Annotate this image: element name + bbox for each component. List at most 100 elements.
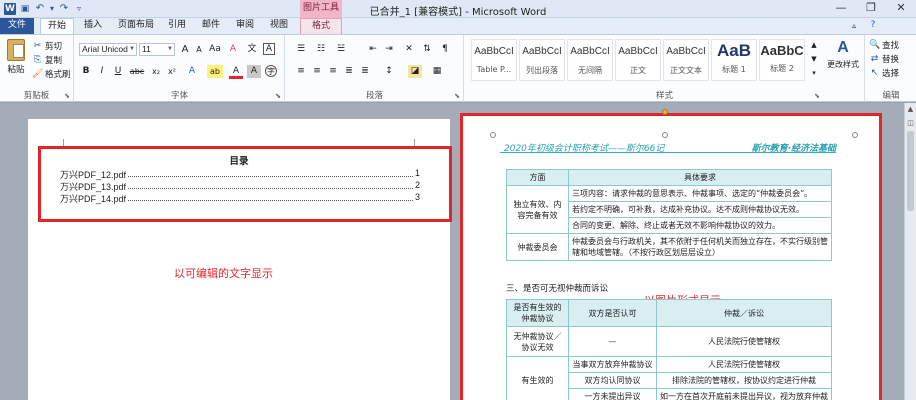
requirements-table: 方面 具体要求 独立有效、内容完备有效 三项内容：请求仲裁的意思表示、仲裁事项、… — [506, 169, 832, 261]
enclose-char-button[interactable]: A — [263, 43, 275, 55]
embedded-image-header: 2020年初级会计职称考试——斯尔66记 斯尔教育·经济法基础 — [500, 141, 836, 154]
style-table-paragraph[interactable]: AaBbCcI Table P... — [471, 39, 517, 81]
select-button[interactable]: ↖ 选择 — [869, 67, 899, 80]
style-no-spacing[interactable]: AaBbCcI 无间隔 — [567, 39, 613, 81]
save-icon[interactable]: ▣ — [19, 3, 31, 15]
clear-format-button[interactable]: A — [226, 43, 240, 56]
redo-icon[interactable]: ↷ — [58, 3, 70, 15]
show-marks-button[interactable]: ¶ — [438, 43, 452, 56]
table-cell: 仲裁委员会与行政机关，其不依附于任何机关而独立存在，不实行级别管辖和地域管辖。（… — [568, 233, 832, 261]
image-resize-handle[interactable] — [490, 132, 496, 138]
customize-toolbar-icon[interactable]: ▿ — [73, 3, 85, 15]
bold-button[interactable]: B — [79, 65, 93, 78]
word-app-icon[interactable]: W — [4, 3, 16, 15]
vertical-scrollbar[interactable]: ▲ ◫ — [904, 103, 916, 400]
image-resize-handle[interactable] — [662, 132, 668, 138]
cut-label: 剪切 — [45, 42, 63, 52]
decrease-indent-button[interactable]: ⇤ — [366, 43, 380, 56]
underline-button[interactable]: U — [111, 65, 125, 78]
styles-more-icon[interactable]: ▾ — [807, 67, 821, 80]
highlight-button[interactable]: ab — [207, 65, 223, 78]
asian-layout-button[interactable]: ✕ — [402, 43, 416, 56]
close-button[interactable]: ✕ — [886, 0, 916, 18]
restore-button[interactable]: ❐ — [856, 0, 886, 18]
enclosed-char-button[interactable]: 字 — [265, 65, 277, 77]
tab-mailings[interactable]: 邮件 — [198, 18, 224, 34]
align-right-button[interactable]: ≡ — [326, 65, 340, 78]
text-effects-button[interactable]: A — [185, 65, 199, 78]
replace-button[interactable]: ⇄ 替换 — [869, 53, 899, 66]
distributed-button[interactable]: ≣ — [358, 65, 372, 78]
tab-home[interactable]: 开始 — [40, 18, 74, 35]
table-cell: 排除法院的管辖权，按协议约定进行仲裁 — [656, 372, 832, 389]
undo-icon[interactable]: ↶ — [34, 3, 46, 15]
increase-indent-button[interactable]: ⇥ — [382, 43, 396, 56]
tab-page-layout[interactable]: 页面布局 — [112, 18, 160, 34]
style-normal[interactable]: AaBbCcI 正文 — [615, 39, 661, 81]
subscript-button[interactable]: x₂ — [149, 65, 163, 78]
font-size-combo[interactable]: 11 ▼ — [139, 43, 175, 56]
tab-file[interactable]: 文件 — [0, 18, 34, 34]
styles-scroll-down-icon[interactable]: ▼ — [807, 53, 821, 66]
format-painter-button[interactable]: 🖌 格式刷 — [32, 68, 71, 81]
style-heading-1[interactable]: AaB 标题 1 — [711, 39, 757, 81]
find-label: 查找 — [882, 41, 900, 51]
font-color-button[interactable]: A — [229, 65, 243, 79]
bullets-button[interactable]: ☰ — [294, 43, 308, 56]
superscript-button[interactable]: x² — [165, 65, 179, 78]
phonetic-guide-icon[interactable]: 文 — [245, 43, 259, 56]
minimize-ribbon-icon[interactable]: ▵ — [848, 18, 860, 34]
document-workspace[interactable]: 目录 万兴PDF_12.pdf 1 万兴PDF_13.pdf 2 万兴PDF_14.… — [0, 103, 904, 400]
italic-button[interactable]: I — [95, 65, 109, 78]
undo-dropdown-icon[interactable]: ▾ — [49, 3, 55, 15]
ruler-toggle-icon[interactable]: ◫ — [905, 119, 916, 127]
minimize-button[interactable]: — — [826, 0, 856, 18]
cut-button[interactable]: ✂ 剪切 — [32, 40, 63, 53]
tab-view[interactable]: 视图 — [266, 18, 292, 34]
sort-button[interactable]: ⇅ — [420, 43, 434, 56]
scrollbar-thumb[interactable] — [907, 131, 914, 211]
styles-launcher-icon[interactable]: ⬊ — [814, 92, 820, 100]
tab-references[interactable]: 引用 — [164, 18, 190, 34]
table-cell: 若约定不明确，可补救，达成补充协议。达不成则仲裁协议无效。 — [568, 201, 832, 218]
tab-insert[interactable]: 插入 — [80, 18, 106, 34]
tab-format[interactable]: 格式 — [300, 18, 342, 35]
styles-scroll-up-icon[interactable]: ▲ — [807, 39, 821, 52]
find-button[interactable]: 🔍 查找 — [869, 39, 900, 52]
change-styles-button[interactable]: A 更改样式 — [823, 39, 863, 70]
image-resize-handle[interactable] — [852, 132, 858, 138]
style-list-paragraph[interactable]: AaBbCcI 列出段落 — [519, 39, 565, 81]
image-rotate-handle[interactable] — [662, 109, 668, 115]
help-icon[interactable]: ? — [866, 18, 880, 34]
table-header: 方面 — [506, 169, 569, 186]
align-left-button[interactable]: ≡ — [294, 65, 308, 78]
paste-button[interactable]: 粘贴 — [4, 39, 28, 75]
style-body-text[interactable]: AaBbCcI 正文文本 — [663, 39, 709, 81]
copy-button[interactable]: ⎘ 复制 — [32, 54, 62, 67]
right-page[interactable]: 2020年初级会计职称考试——斯尔66记 斯尔教育·经济法基础 方面 具体要求 … — [460, 109, 882, 400]
align-center-button[interactable]: ≡ — [310, 65, 324, 78]
clipboard-launcher-icon[interactable]: ⬊ — [64, 92, 70, 100]
justify-button[interactable]: ≣ — [342, 65, 356, 78]
font-name-combo[interactable]: Arial Unicod ▼ — [79, 43, 137, 56]
font-launcher-icon[interactable]: ⬊ — [275, 92, 281, 100]
line-spacing-button[interactable]: ↕ — [382, 65, 396, 78]
scroll-up-icon[interactable]: ▲ — [905, 105, 916, 113]
paragraph-launcher-icon[interactable]: ⬊ — [454, 92, 460, 100]
left-page[interactable]: 目录 万兴PDF_12.pdf 1 万兴PDF_13.pdf 2 万兴PDF_14.… — [28, 119, 452, 400]
change-case-button[interactable]: Aa — [208, 43, 222, 56]
borders-button[interactable]: ▦ — [430, 65, 444, 78]
grow-font-button[interactable]: A — [178, 43, 192, 56]
strikethrough-button[interactable]: abc — [127, 65, 147, 78]
tab-review[interactable]: 审阅 — [232, 18, 258, 34]
numbering-button[interactable]: ☷ — [314, 43, 328, 56]
table-cell: — — [568, 326, 657, 357]
style-heading-2[interactable]: AaBbC 标题 2 — [759, 39, 805, 81]
char-shading-button[interactable]: A — [247, 65, 261, 78]
shrink-font-button[interactable]: A — [192, 43, 206, 56]
cursor-icon: ↖ — [870, 67, 879, 78]
table-header: 是否有生效的仲裁协议 — [506, 299, 569, 327]
multilevel-list-button[interactable]: ☱ — [334, 43, 348, 56]
table-cell: 一方未提出异议 — [568, 388, 657, 400]
shading-button[interactable]: ◪ — [408, 65, 422, 78]
